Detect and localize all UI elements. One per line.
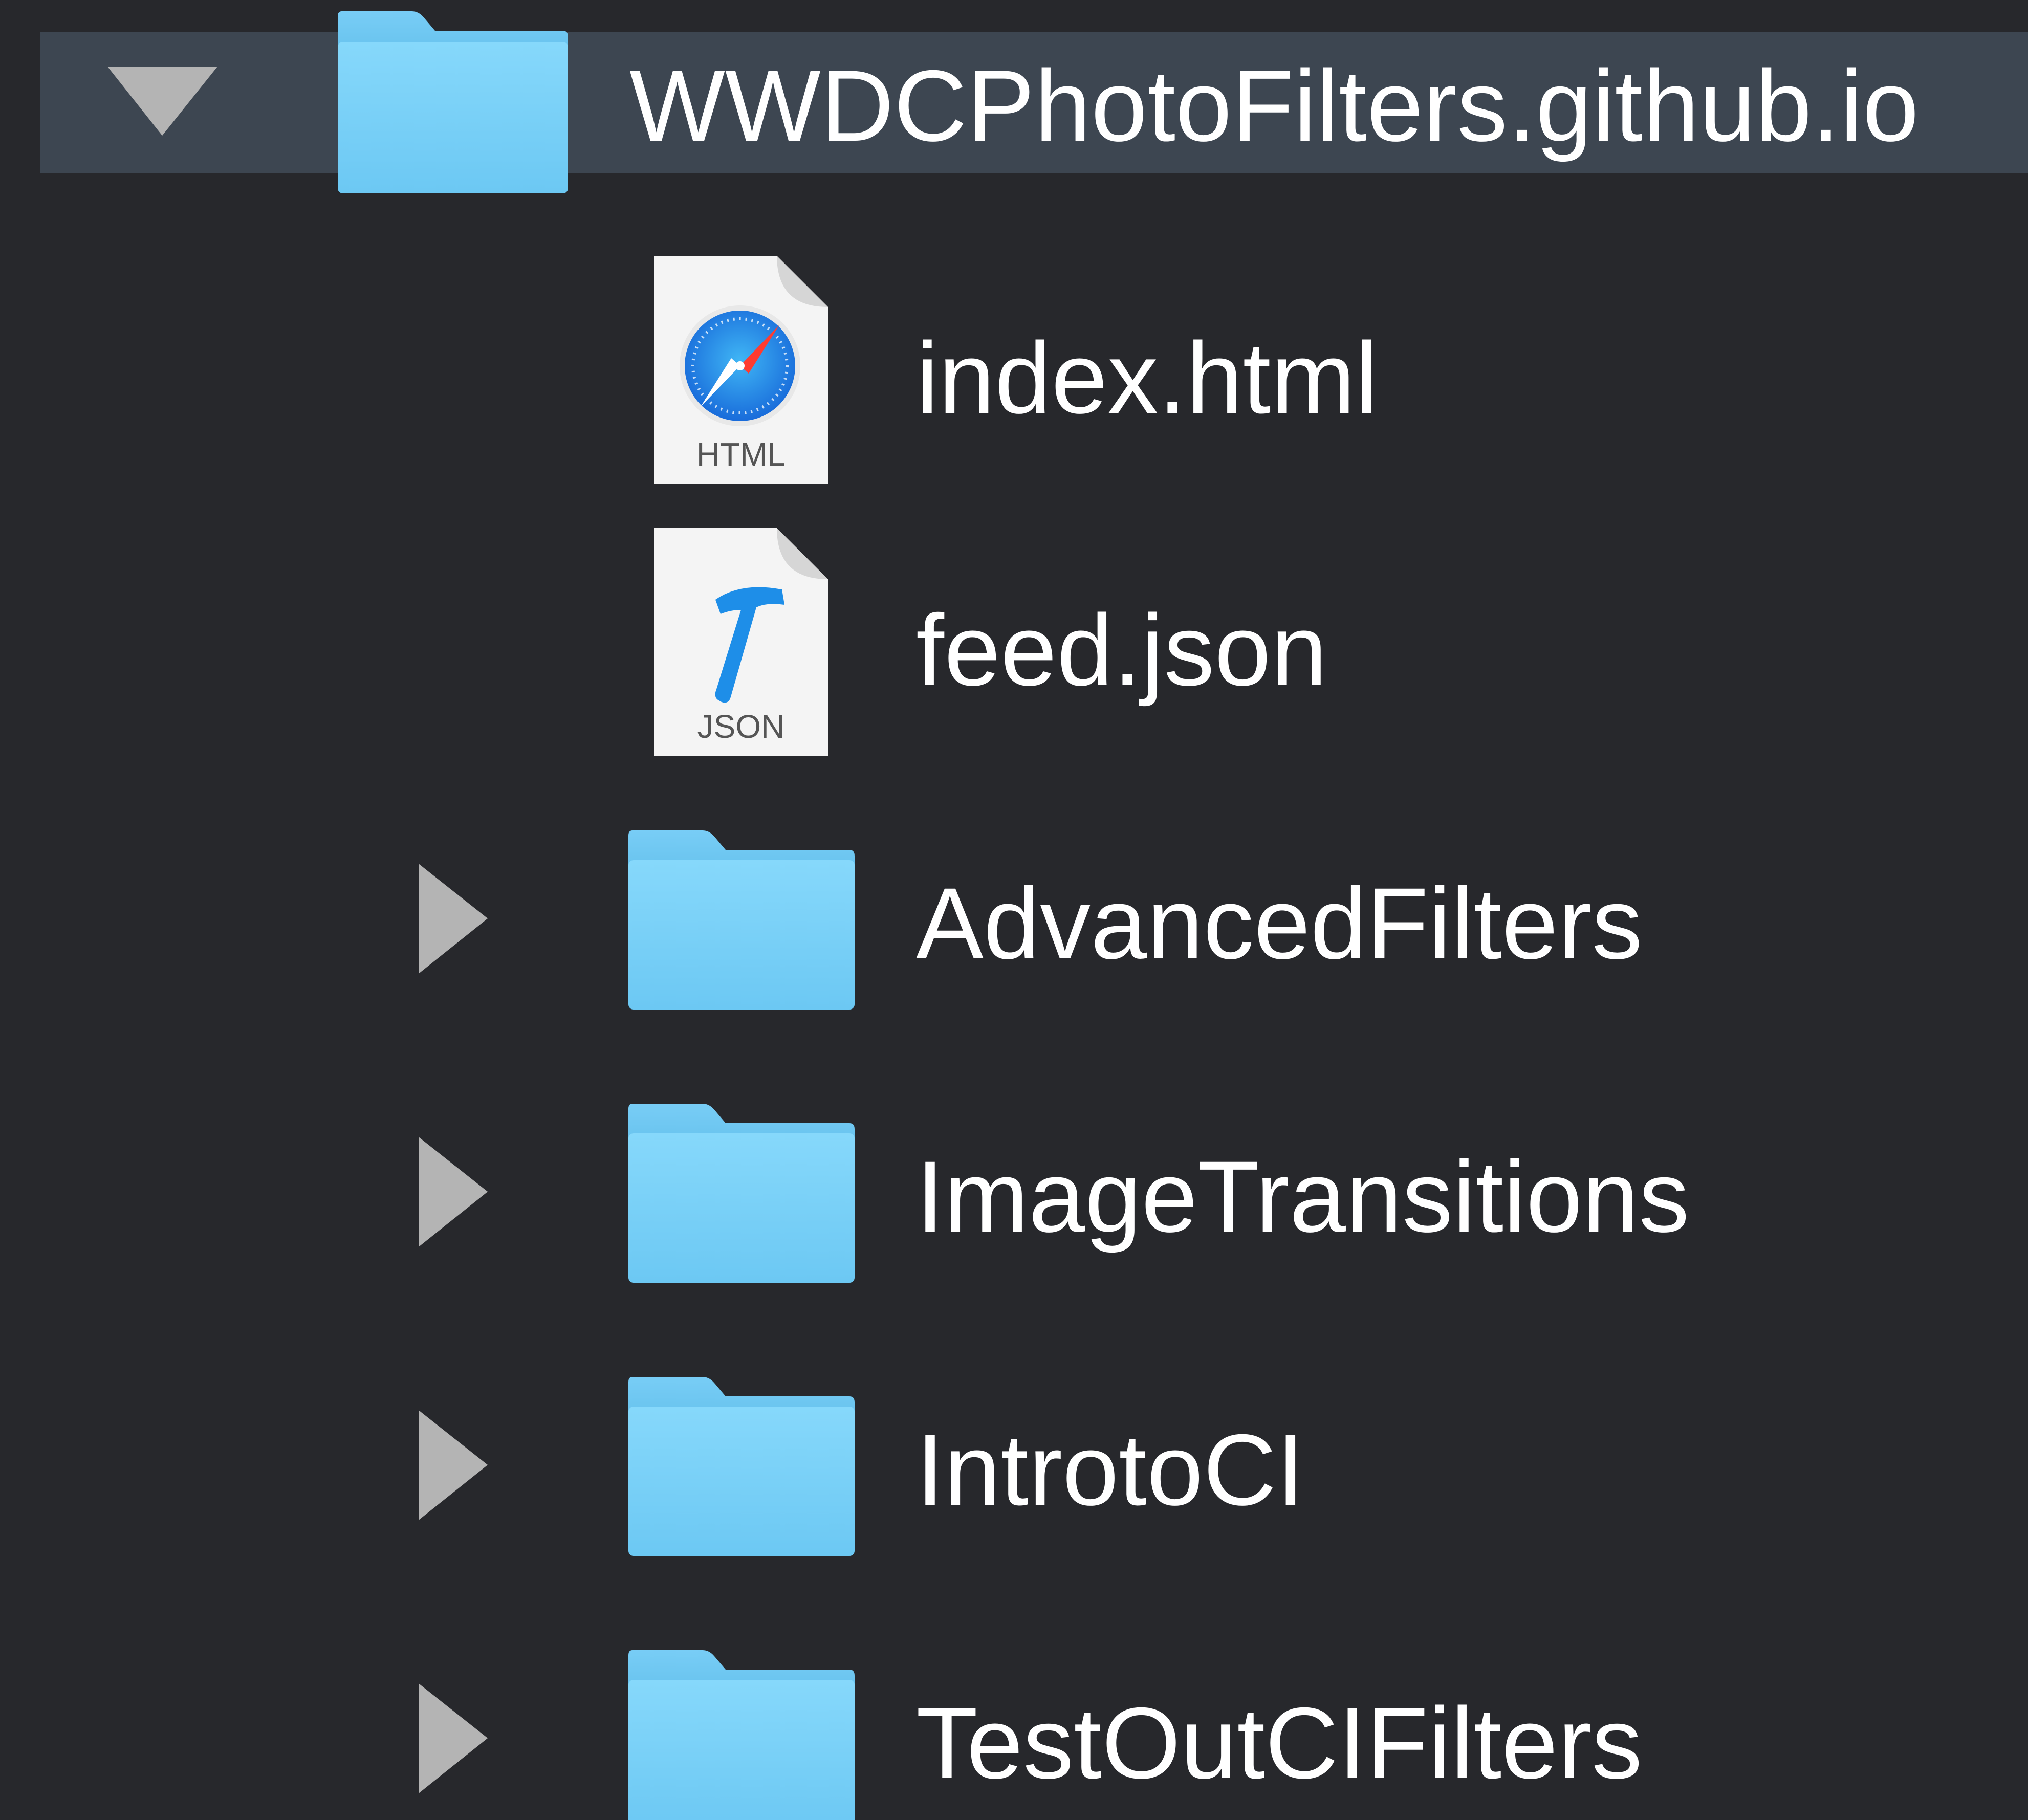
chevron-right-icon[interactable] bbox=[419, 1137, 488, 1247]
html-file-icon: HTML bbox=[654, 256, 828, 484]
file-label-feed-json[interactable]: feed.json bbox=[916, 600, 1327, 701]
folder-label-introtoci[interactable]: IntrotoCI bbox=[916, 1419, 1304, 1521]
chevron-down-icon[interactable] bbox=[107, 67, 217, 136]
folder-label-imagetransitions[interactable]: ImageTransitions bbox=[916, 1146, 1689, 1247]
folder-icon bbox=[628, 830, 855, 1010]
json-badge-label: JSON bbox=[697, 708, 785, 745]
file-tree: WWDCPhotoFilters.github.io HTML index.ht… bbox=[0, 0, 2028, 1820]
folder-label-advancedfilters[interactable]: AdvancedFilters bbox=[916, 873, 1643, 974]
html-badge-label: HTML bbox=[696, 436, 786, 473]
folder-label-testoutcifilters[interactable]: TestOutCIFilters bbox=[916, 1693, 1642, 1794]
chevron-right-icon[interactable] bbox=[419, 1683, 488, 1793]
chevron-right-icon[interactable] bbox=[419, 864, 488, 974]
root-folder-label[interactable]: WWDCPhotoFilters.github.io bbox=[629, 55, 1919, 157]
chevron-right-icon[interactable] bbox=[419, 1410, 488, 1520]
json-file-icon: JSON bbox=[654, 528, 828, 756]
folder-icon bbox=[338, 11, 568, 193]
folder-icon bbox=[628, 1377, 855, 1556]
folder-icon bbox=[628, 1104, 855, 1283]
file-label-index-html[interactable]: index.html bbox=[916, 327, 1378, 429]
folder-icon bbox=[628, 1650, 855, 1820]
